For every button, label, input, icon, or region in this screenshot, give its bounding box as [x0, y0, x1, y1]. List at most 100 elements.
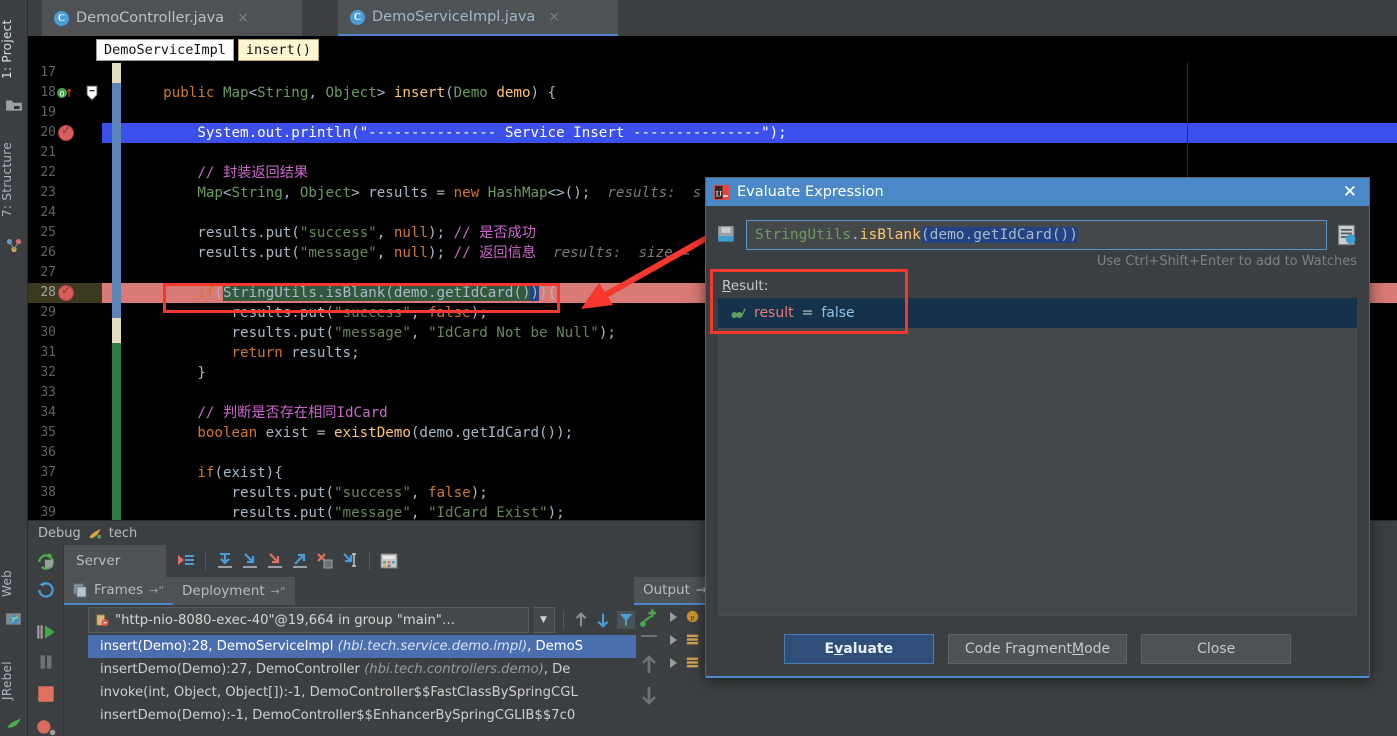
expression-history-icon[interactable]	[716, 224, 738, 246]
change-stripe	[112, 63, 121, 83]
close-icon[interactable]: ×	[237, 10, 249, 26]
jrebel-icon	[5, 714, 23, 732]
result-tree[interactable]	[718, 298, 1357, 616]
evaluate-expression-icon[interactable]	[379, 551, 399, 571]
move-up-icon[interactable]	[639, 653, 659, 677]
move-down-icon[interactable]	[639, 683, 659, 707]
frame-list-item[interactable]: insertDemo(Demo):-1, DemoController$$Enh…	[88, 704, 636, 727]
add-watch-icon[interactable]	[638, 607, 660, 629]
code-line	[121, 63, 1397, 83]
arrow-down-icon[interactable]	[594, 610, 612, 630]
dialog-body[interactable]: StringUtils.isBlank(demo.getIdCard()) Us…	[706, 206, 1369, 678]
implementing-method-icon[interactable]: O	[56, 85, 72, 101]
filter-icon[interactable]	[616, 610, 636, 630]
line-number: 39	[28, 503, 56, 520]
structure-icon	[5, 236, 23, 254]
thread-dropdown-arrow[interactable]: ▼	[533, 607, 555, 633]
code-fragment-mode-button[interactable]: Code Fragment Mode	[948, 634, 1127, 664]
result-row[interactable]: result = false	[718, 298, 1357, 328]
code-fold-icon[interactable]	[84, 85, 100, 101]
expand-triangle-icon[interactable]	[670, 635, 677, 645]
show-execution-point-icon[interactable]	[176, 551, 196, 571]
tab-deployment[interactable]: Deployment →ˮ	[173, 577, 295, 605]
close-icon[interactable]: ✕	[1339, 184, 1361, 201]
sidebar-item-project[interactable]: 1: Project	[0, 6, 28, 92]
rerun-icon[interactable]	[35, 551, 57, 573]
evaluate-button[interactable]: Evaluate	[784, 634, 934, 664]
run-configuration-icon	[87, 526, 103, 541]
editor-gutter[interactable]: 17 18 19 20 21 22 23 24 25 26 27 28 29 3…	[28, 63, 102, 520]
value-icon	[686, 633, 699, 646]
debug-controls[interactable]	[28, 545, 64, 736]
change-stripe	[112, 83, 121, 183]
arrow-up-icon[interactable]	[572, 610, 590, 630]
tab-pin-icon[interactable]: →ˮ	[149, 584, 164, 597]
remove-icon[interactable]	[641, 635, 657, 637]
value-icon	[686, 656, 699, 669]
tab-label: Output	[643, 582, 690, 598]
breakpoint-icon[interactable]	[58, 285, 74, 301]
view-breakpoints-icon[interactable]	[35, 717, 57, 736]
variables-controls[interactable]	[636, 605, 662, 736]
toolbar-divider	[369, 552, 370, 570]
breakpoint-icon[interactable]	[58, 125, 74, 141]
expression-input[interactable]: StringUtils.isBlank(demo.getIdCard())	[746, 220, 1327, 250]
debug-session-toolbar[interactable]: Server	[64, 545, 734, 577]
tab-frames[interactable]: Frames →ˮ	[64, 577, 173, 605]
editor-tab-demoserviceimpl[interactable]: C DemoServiceImpl.java ×	[338, 0, 618, 36]
frame-list-item[interactable]: invoke(int, Object, Object[]):-1, DemoCo…	[88, 681, 636, 704]
expand-triangle-icon[interactable]	[670, 658, 677, 668]
line-number: 23	[28, 183, 56, 203]
tab-label: Deployment	[182, 583, 265, 599]
step-over-icon[interactable]	[215, 551, 235, 571]
editor-tab-democontroller[interactable]: C DemoController.java ×	[42, 0, 302, 36]
update-running-application-icon[interactable]	[35, 579, 57, 601]
line-number: 26	[28, 243, 56, 263]
editor-tab-label: DemoController.java	[76, 10, 224, 26]
stop-icon[interactable]	[35, 683, 57, 705]
step-into-icon[interactable]	[240, 551, 260, 571]
resume-program-icon[interactable]	[35, 621, 57, 643]
sidebar-item-web[interactable]: Web	[0, 560, 28, 606]
force-step-into-icon[interactable]	[265, 551, 285, 571]
frame-list-item[interactable]: insertDemo(Demo):27, DemoController (hbi…	[88, 658, 636, 681]
inline-debug-hint: results: s	[607, 185, 701, 201]
result-value: false	[821, 305, 854, 321]
web-icon	[5, 610, 23, 628]
svg-text:IJ: IJ	[716, 188, 723, 198]
expand-triangle-icon[interactable]	[670, 612, 677, 622]
line-number: 21	[28, 143, 56, 163]
java-class-icon: C	[350, 10, 365, 25]
sidebar-item-jrebel[interactable]: JRebel	[0, 652, 28, 710]
expression-row[interactable]: StringUtils.isBlank(demo.getIdCard())	[706, 218, 1369, 252]
line-number: 30	[28, 323, 56, 343]
dialog-footer[interactable]: Evaluate Code Fragment Mode Close	[706, 620, 1369, 678]
thread-selector[interactable]: "http-nio-8080-exec-40"@19,664 in group …	[88, 607, 529, 633]
thread-selector-row[interactable]: "http-nio-8080-exec-40"@19,664 in group …	[88, 605, 636, 635]
code-fragment-icon[interactable]	[1335, 223, 1359, 247]
drop-frame-icon[interactable]	[315, 551, 335, 571]
stepping-toolbar[interactable]	[166, 551, 399, 571]
step-out-icon[interactable]	[290, 551, 310, 571]
parameter-icon: p	[686, 610, 699, 623]
line-number: 18	[28, 83, 56, 103]
line-number: 38	[28, 483, 56, 503]
breadcrumb-method[interactable]: insert()	[238, 39, 319, 61]
pause-program-icon[interactable]	[35, 651, 57, 673]
left-tool-strip: 1: Project 7: Structure Web JRebel	[0, 0, 28, 736]
line-number: 20	[28, 123, 56, 143]
breadcrumb-class[interactable]: DemoServiceImpl	[96, 39, 234, 61]
tab-pin-icon[interactable]: →ˮ	[271, 585, 286, 598]
line-number: 22	[28, 163, 56, 183]
sidebar-item-structure[interactable]: 7: Structure	[0, 128, 28, 232]
code-line	[121, 143, 1397, 163]
run-to-cursor-icon[interactable]	[340, 551, 360, 571]
evaluate-expression-dialog[interactable]: IJ Evaluate Expression ✕ StringUtils.isB…	[705, 177, 1370, 677]
debug-subtab-bar[interactable]: Frames →ˮ Deployment →ˮ	[64, 577, 634, 605]
editor-tab-label: DemoServiceImpl.java	[372, 9, 535, 25]
frame-list-item[interactable]: insert(Demo):28, DemoServiceImpl (hbi.te…	[88, 635, 636, 658]
tab-server[interactable]: Server	[64, 545, 166, 577]
close-button[interactable]: Close	[1141, 634, 1291, 664]
close-icon[interactable]: ×	[548, 9, 560, 25]
frames-list[interactable]: insert(Demo):28, DemoServiceImpl (hbi.te…	[88, 635, 636, 736]
